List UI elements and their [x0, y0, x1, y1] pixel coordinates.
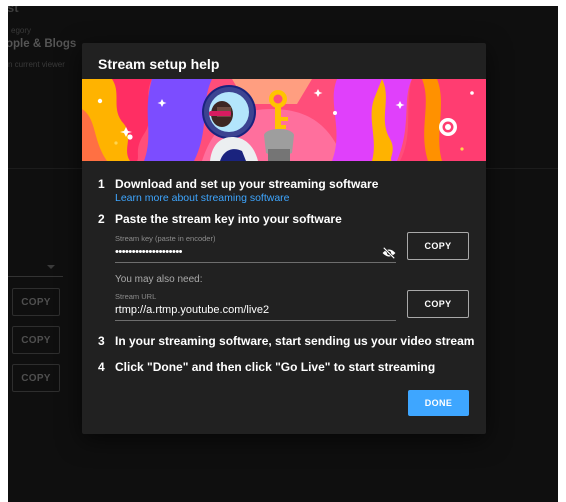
stream-key-underline [115, 262, 396, 263]
bg-copy-button[interactable]: COPY [12, 326, 60, 354]
bg-subtext: n current viewer [8, 60, 65, 69]
bg-copy-button[interactable]: COPY [12, 288, 60, 316]
step-text: In your streaming software, start sendin… [115, 334, 475, 348]
step-text: Click "Done" and then click "Go Live" to… [115, 360, 436, 374]
step-1: 1 Download and set up your streaming sof… [98, 177, 378, 191]
step-text: Paste the stream key into your software [115, 212, 342, 226]
step-number: 3 [98, 334, 105, 348]
bg-category-label: egory [11, 26, 32, 35]
done-button[interactable]: DONE [408, 390, 469, 416]
learn-more-link[interactable]: Learn more about streaming software [115, 192, 290, 204]
stream-key-label: Stream key (paste in encoder) [115, 234, 216, 243]
banner-illustration [82, 79, 486, 161]
step-4: 4 Click "Done" and then click "Go Live" … [98, 360, 435, 374]
bg-copy-button[interactable]: COPY [12, 364, 60, 392]
step-text: Download and set up your streaming softw… [115, 177, 379, 191]
stream-url-label: Stream URL [115, 292, 157, 301]
bg-dropdown-caret-icon [47, 265, 55, 269]
stream-key-input[interactable]: •••••••••••••••••••• [115, 246, 183, 258]
also-need-label: You may also need: [115, 274, 203, 285]
step-number: 4 [98, 360, 105, 374]
stream-url-underline [115, 320, 396, 321]
step-3: 3 In your streaming software, start send… [98, 334, 474, 348]
stream-setup-dialog: Stream setup help 1 Download and set up … [82, 43, 486, 434]
step-number: 2 [98, 212, 105, 226]
copy-stream-url-button[interactable]: COPY [407, 290, 469, 318]
dialog-title: Stream setup help [98, 56, 220, 72]
bg-category-value: ople & Blogs [8, 38, 77, 50]
step-2: 2 Paste the stream key into your softwar… [98, 212, 342, 226]
stream-url-input[interactable]: rtmp://a.rtmp.youtube.com/live2 [115, 304, 269, 316]
copy-stream-key-button[interactable]: COPY [407, 232, 469, 260]
bg-dropdown-underline [8, 276, 63, 277]
bg-title-fragment: st [8, 6, 19, 15]
step-number: 1 [98, 177, 105, 191]
astronaut-key-illustration-icon [82, 79, 486, 161]
eye-off-icon[interactable] [382, 247, 396, 259]
